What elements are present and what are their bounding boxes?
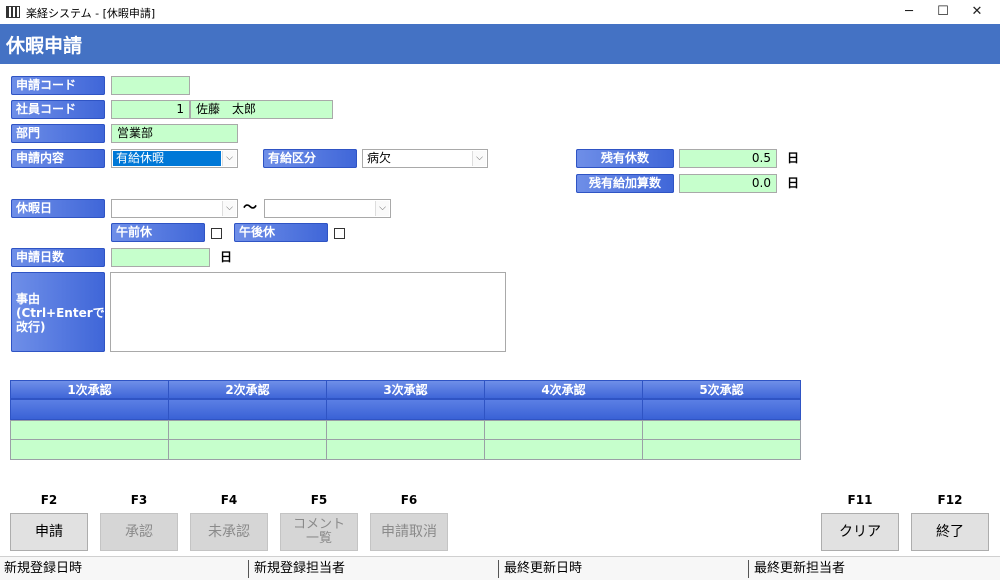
remaining-added-unit: 日 bbox=[787, 176, 800, 190]
leave-date-from-select[interactable]: ⌵ bbox=[111, 199, 238, 218]
close-button[interactable]: ✕ bbox=[954, 0, 1000, 24]
approval-row-blue bbox=[10, 399, 169, 420]
reason-textarea[interactable] bbox=[110, 272, 506, 352]
f4-key-label: F4 bbox=[220, 493, 238, 507]
approval-header-1: 1次承認 bbox=[10, 380, 169, 399]
f6-key-label: F6 bbox=[400, 493, 418, 507]
approval-cell bbox=[168, 420, 327, 440]
f3-key-label: F3 bbox=[130, 493, 148, 507]
remaining-days-unit: 日 bbox=[787, 151, 800, 165]
approval-cell bbox=[642, 420, 801, 440]
approval-row-blue bbox=[484, 399, 643, 420]
chevron-down-icon[interactable]: ⌵ bbox=[472, 151, 486, 166]
chevron-down-icon[interactable]: ⌵ bbox=[375, 201, 389, 216]
department-field: 営業部 bbox=[111, 124, 238, 143]
app-window: 楽経システム - [休暇申請] ─ ☐ ✕ 休暇申請 申請コード 社員コード 1… bbox=[0, 0, 1000, 580]
remaining-days-label: 残有休数 bbox=[576, 149, 674, 168]
approval-cell bbox=[484, 420, 643, 440]
remaining-days-field: 0.5 bbox=[679, 149, 777, 168]
approval-cell bbox=[326, 420, 485, 440]
f2-key-label: F2 bbox=[40, 493, 58, 507]
remaining-added-field: 0.0 bbox=[679, 174, 777, 193]
cancel-application-button[interactable]: 申請取消 bbox=[370, 513, 448, 551]
leave-date-to-value bbox=[266, 201, 374, 216]
app-icon bbox=[6, 6, 20, 18]
application-days-label: 申請日数 bbox=[11, 248, 105, 267]
morning-off-label: 午前休 bbox=[111, 223, 205, 242]
f5-key-label: F5 bbox=[310, 493, 328, 507]
approval-header-5: 5次承認 bbox=[642, 380, 801, 399]
approval-cell bbox=[484, 439, 643, 460]
employee-name-field: 佐藤 太郎 bbox=[190, 100, 333, 119]
status-created-at: 新規登録日時 bbox=[4, 561, 83, 576]
window-title: 楽経システム - [休暇申請] bbox=[26, 7, 156, 20]
approval-cell bbox=[642, 439, 801, 460]
status-created-by: 新規登録担当者 bbox=[254, 561, 346, 576]
header-banner: 休暇申請 bbox=[0, 24, 1000, 64]
paid-category-value: 病欠 bbox=[367, 151, 392, 165]
status-updated-by: 最終更新担当者 bbox=[754, 561, 846, 576]
status-divider bbox=[498, 560, 499, 578]
application-content-select[interactable]: 有給休暇 ⌵ bbox=[111, 149, 238, 168]
approval-header-3: 3次承認 bbox=[326, 380, 485, 399]
application-content-value: 有給休暇 bbox=[113, 151, 221, 166]
status-updated-at: 最終更新日時 bbox=[504, 561, 583, 576]
approval-header-4: 4次承認 bbox=[484, 380, 643, 399]
department-label: 部門 bbox=[11, 124, 105, 143]
status-divider bbox=[248, 560, 249, 578]
comment-list-button[interactable]: コメント 一覧 bbox=[280, 513, 358, 551]
approval-row-blue bbox=[642, 399, 801, 420]
approval-row-blue bbox=[326, 399, 485, 420]
application-code-label: 申請コード bbox=[11, 76, 105, 95]
f12-key-label: F12 bbox=[937, 493, 963, 507]
afternoon-off-checkbox[interactable] bbox=[334, 228, 345, 239]
application-days-field bbox=[111, 248, 210, 267]
approval-cell bbox=[326, 439, 485, 460]
application-days-unit: 日 bbox=[220, 250, 233, 264]
leave-date-from-value bbox=[113, 201, 221, 216]
paid-category-label: 有給区分 bbox=[263, 149, 357, 168]
approval-header-2: 2次承認 bbox=[168, 380, 327, 399]
employee-code-label: 社員コード bbox=[11, 100, 105, 119]
leave-date-label: 休暇日 bbox=[11, 199, 105, 218]
clear-button[interactable]: クリア bbox=[821, 513, 899, 551]
date-range-separator: 〜 bbox=[243, 200, 257, 216]
application-content-label: 申請内容 bbox=[11, 149, 105, 168]
unapproved-button[interactable]: 未承認 bbox=[190, 513, 268, 551]
afternoon-off-label: 午後休 bbox=[234, 223, 328, 242]
reason-label: 事由 (Ctrl+Enterで 改行) bbox=[11, 272, 105, 352]
title-bar: 楽経システム - [休暇申請] ─ ☐ ✕ bbox=[0, 0, 1000, 24]
approval-cell bbox=[10, 439, 169, 460]
remaining-added-label: 残有給加算数 bbox=[576, 174, 674, 193]
employee-code-field[interactable]: 1 bbox=[111, 100, 190, 119]
approval-cell bbox=[10, 420, 169, 440]
f11-key-label: F11 bbox=[847, 493, 873, 507]
approval-cell bbox=[168, 439, 327, 460]
approval-row-blue bbox=[168, 399, 327, 420]
chevron-down-icon[interactable]: ⌵ bbox=[222, 201, 236, 216]
application-code-field[interactable] bbox=[111, 76, 190, 95]
approve-button[interactable]: 承認 bbox=[100, 513, 178, 551]
paid-category-select[interactable]: 病欠 ⌵ bbox=[362, 149, 488, 168]
page-title: 休暇申請 bbox=[6, 35, 83, 57]
morning-off-checkbox[interactable] bbox=[211, 228, 222, 239]
apply-button[interactable]: 申請 bbox=[10, 513, 88, 551]
status-bar: 新規登録日時 新規登録担当者 最終更新日時 最終更新担当者 bbox=[0, 556, 1000, 580]
status-divider bbox=[748, 560, 749, 578]
chevron-down-icon[interactable]: ⌵ bbox=[222, 151, 236, 166]
exit-button[interactable]: 終了 bbox=[911, 513, 989, 551]
leave-date-to-select[interactable]: ⌵ bbox=[264, 199, 391, 218]
